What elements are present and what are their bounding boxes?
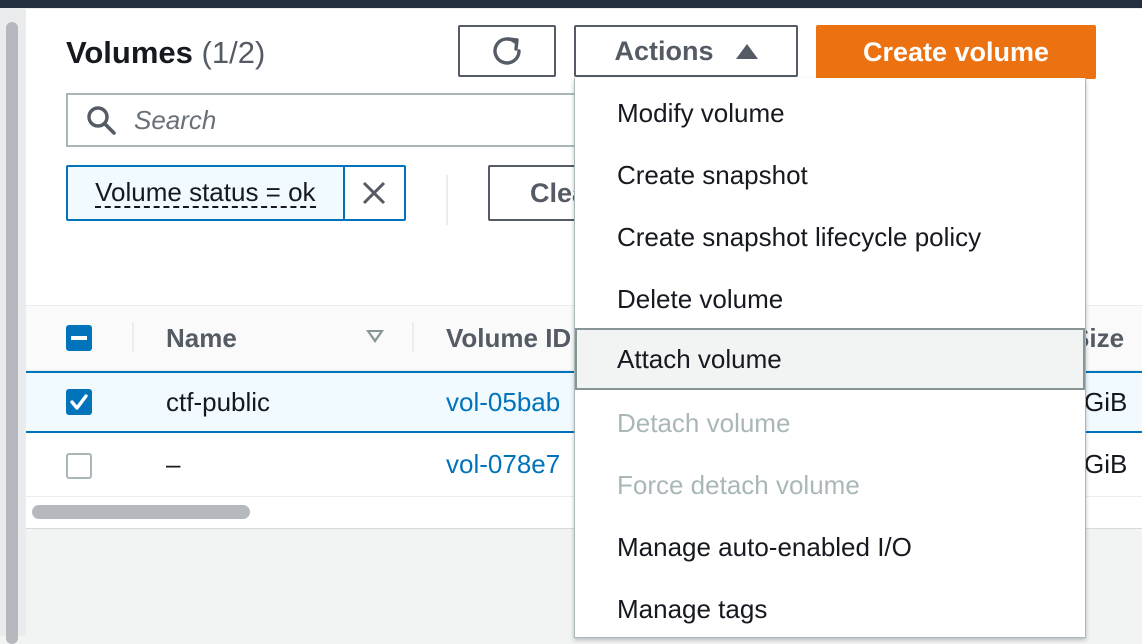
row-volume-id-link[interactable]: vol-05bab xyxy=(446,373,560,431)
close-icon xyxy=(363,181,386,205)
vertical-scrollbar[interactable] xyxy=(6,22,18,644)
row-name: – xyxy=(166,449,181,479)
refresh-button[interactable] xyxy=(458,25,556,77)
selection-count: (1/2) xyxy=(201,35,266,70)
horizontal-scrollbar[interactable] xyxy=(32,505,250,519)
row-volume-id-link[interactable]: vol-078e7 xyxy=(446,435,560,493)
row-checkbox[interactable] xyxy=(66,389,92,415)
menu-item-create-snapshot-lifecycle-policy[interactable]: Create snapshot lifecycle policy xyxy=(575,206,1085,268)
filter-token-text: Volume status = ok xyxy=(95,177,316,208)
search-icon xyxy=(87,106,116,135)
top-navigation-bar xyxy=(0,0,1142,8)
create-volume-button[interactable]: Create volume xyxy=(816,25,1096,79)
actions-dropdown-menu: Modify volume Create snapshot Create sna… xyxy=(574,78,1086,638)
row-name: ctf-public xyxy=(166,387,271,417)
actions-button-label: Actions xyxy=(614,35,714,66)
side-navigation-edge xyxy=(0,8,26,644)
page-title: Volumes (1/2) xyxy=(66,35,265,71)
menu-item-manage-auto-enabled-io[interactable]: Manage auto-enabled I/O xyxy=(575,516,1085,578)
search-box[interactable] xyxy=(66,93,626,147)
row-size: GiB xyxy=(1084,387,1128,417)
row-checkbox[interactable] xyxy=(66,453,92,479)
menu-item-delete-volume[interactable]: Delete volume xyxy=(575,268,1085,330)
column-divider xyxy=(132,322,134,352)
page-title-text: Volumes xyxy=(66,35,193,70)
actions-button[interactable]: Actions xyxy=(574,25,798,77)
filter-token: Volume status = ok xyxy=(66,165,406,221)
column-divider xyxy=(412,322,414,352)
menu-item-manage-tags[interactable]: Manage tags xyxy=(575,578,1085,640)
menu-item-force-detach-volume: Force detach volume xyxy=(617,470,860,500)
create-volume-label: Create volume xyxy=(862,36,1050,67)
menu-item-detach-volume: Detach volume xyxy=(617,408,791,438)
filter-divider xyxy=(446,175,448,225)
menu-item-create-snapshot[interactable]: Create snapshot xyxy=(575,144,1085,206)
menu-item-modify-volume[interactable]: Modify volume xyxy=(575,82,1085,144)
sort-icon[interactable] xyxy=(366,330,384,343)
search-input[interactable] xyxy=(132,103,576,137)
caret-up-icon xyxy=(735,43,758,59)
column-header-volume-id[interactable]: Volume ID xyxy=(446,306,571,370)
row-size: GiB xyxy=(1084,449,1128,479)
column-header-name[interactable]: Name xyxy=(166,306,237,370)
refresh-icon xyxy=(493,37,521,65)
remove-filter-button[interactable] xyxy=(342,167,404,219)
checkbox-icon xyxy=(70,394,88,410)
menu-item-attach-volume[interactable]: Attach volume xyxy=(575,328,1085,390)
filter-token-label[interactable]: Volume status = ok xyxy=(68,167,343,219)
select-all-checkbox[interactable] xyxy=(66,325,92,351)
